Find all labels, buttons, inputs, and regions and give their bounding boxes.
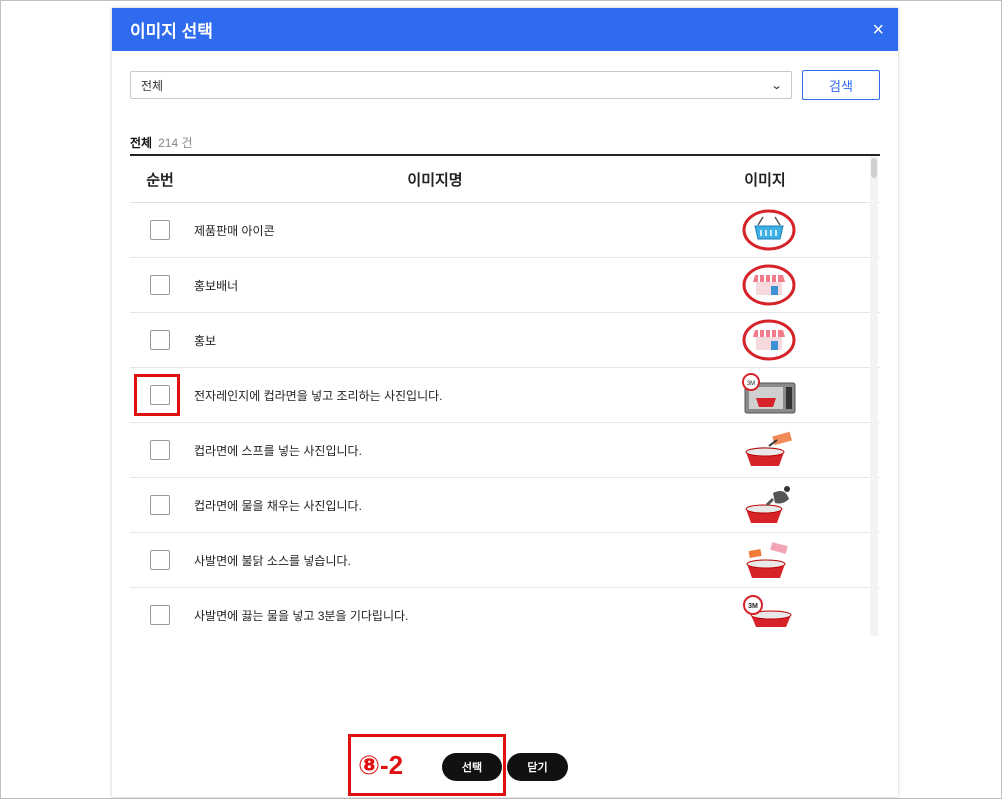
scrollbar-thumb[interactable]: [871, 158, 877, 178]
count-label: 전체: [130, 136, 153, 150]
category-select[interactable]: 전체 ⌄: [130, 71, 792, 99]
row-image-name: 컵라면에 스프를 넣는 사진입니다.: [194, 443, 362, 458]
select-button[interactable]: 선택: [442, 753, 502, 781]
microwave-icon: 3M: [742, 373, 796, 414]
row-checkbox[interactable]: [150, 495, 170, 515]
filter-row: 전체 ⌄ 검색: [130, 70, 880, 100]
image-select-modal: 이미지 선택 × 전체 ⌄ 검색 전체 214 건 순번 이미지명 이미지 제품판…: [112, 8, 898, 797]
table-row[interactable]: 홍보배너: [130, 258, 880, 313]
cup-noodle-soup-icon: [745, 431, 792, 466]
row-image-name: 컵라면에 물을 채우는 사진입니다.: [194, 498, 362, 513]
close-icon[interactable]: ×: [872, 20, 884, 40]
row-checkbox[interactable]: [150, 550, 170, 570]
search-button[interactable]: 검색: [802, 70, 880, 100]
table-row[interactable]: 컵라면에 물을 채우는 사진입니다.: [130, 478, 880, 533]
chevron-down-icon: ⌄: [770, 79, 783, 92]
highlight-checkbox-box: [134, 374, 180, 416]
svg-text:3M: 3M: [747, 381, 755, 387]
table-header: 순번 이미지명 이미지: [130, 156, 880, 203]
table-row[interactable]: 사발면에 불닭 소스를 넣습니다.: [130, 533, 880, 588]
count-value: 214 건: [158, 136, 193, 150]
table-row[interactable]: 홍보: [130, 313, 880, 368]
row-checkbox[interactable]: [150, 220, 170, 240]
table-row[interactable]: 컵라면에 스프를 넣는 사진입니다.: [130, 423, 880, 478]
table-row[interactable]: 제품판매 아이콘: [130, 203, 880, 258]
step-label: ⑧-2: [358, 750, 404, 780]
bowl-noodle-timer-icon: 3M: [743, 595, 792, 627]
table-row[interactable]: 전자레인지에 컵라면을 넣고 조리하는 사진입니다. 3M: [130, 368, 880, 423]
result-count: 전체 214 건: [130, 134, 193, 151]
shopping-basket-icon: [742, 209, 796, 251]
list-scrollbar[interactable]: [870, 156, 878, 636]
storefront-icon: [742, 319, 796, 361]
storefront-icon: [742, 264, 796, 306]
svg-text:3M: 3M: [748, 603, 758, 610]
header-image: 이미지: [744, 171, 786, 189]
row-image-name: 제품판매 아이콘: [194, 223, 275, 238]
modal-header: 이미지 선택 ×: [112, 8, 898, 51]
category-select-value: 전체: [141, 78, 164, 93]
row-checkbox[interactable]: [150, 440, 170, 460]
row-image-name: 홍보배너: [194, 278, 239, 293]
header-name: 이미지명: [407, 171, 463, 189]
row-image-name: 사발면에 불닭 소스를 넣습니다.: [194, 553, 351, 568]
row-image-name: 홍보: [194, 333, 217, 348]
bowl-noodle-sauce-icon: [746, 542, 788, 578]
cup-noodle-kettle-icon: [745, 486, 790, 523]
row-checkbox[interactable]: [150, 605, 170, 625]
image-list[interactable]: 순번 이미지명 이미지 제품판매 아이콘 홍보배너 홍보 전자레인지에 컵라면을…: [130, 156, 880, 638]
header-no: 순번: [146, 171, 174, 189]
modal-title: 이미지 선택: [130, 22, 213, 41]
table-row[interactable]: 사발면에 끓는 물을 넣고 3분을 기다립니다. 3M: [130, 588, 880, 638]
row-image-name: 전자레인지에 컵라면을 넣고 조리하는 사진입니다.: [194, 388, 443, 403]
close-button[interactable]: 닫기: [507, 753, 568, 781]
row-checkbox[interactable]: [150, 275, 170, 295]
row-checkbox[interactable]: [150, 330, 170, 350]
row-image-name: 사발면에 끓는 물을 넣고 3분을 기다립니다.: [194, 608, 409, 623]
